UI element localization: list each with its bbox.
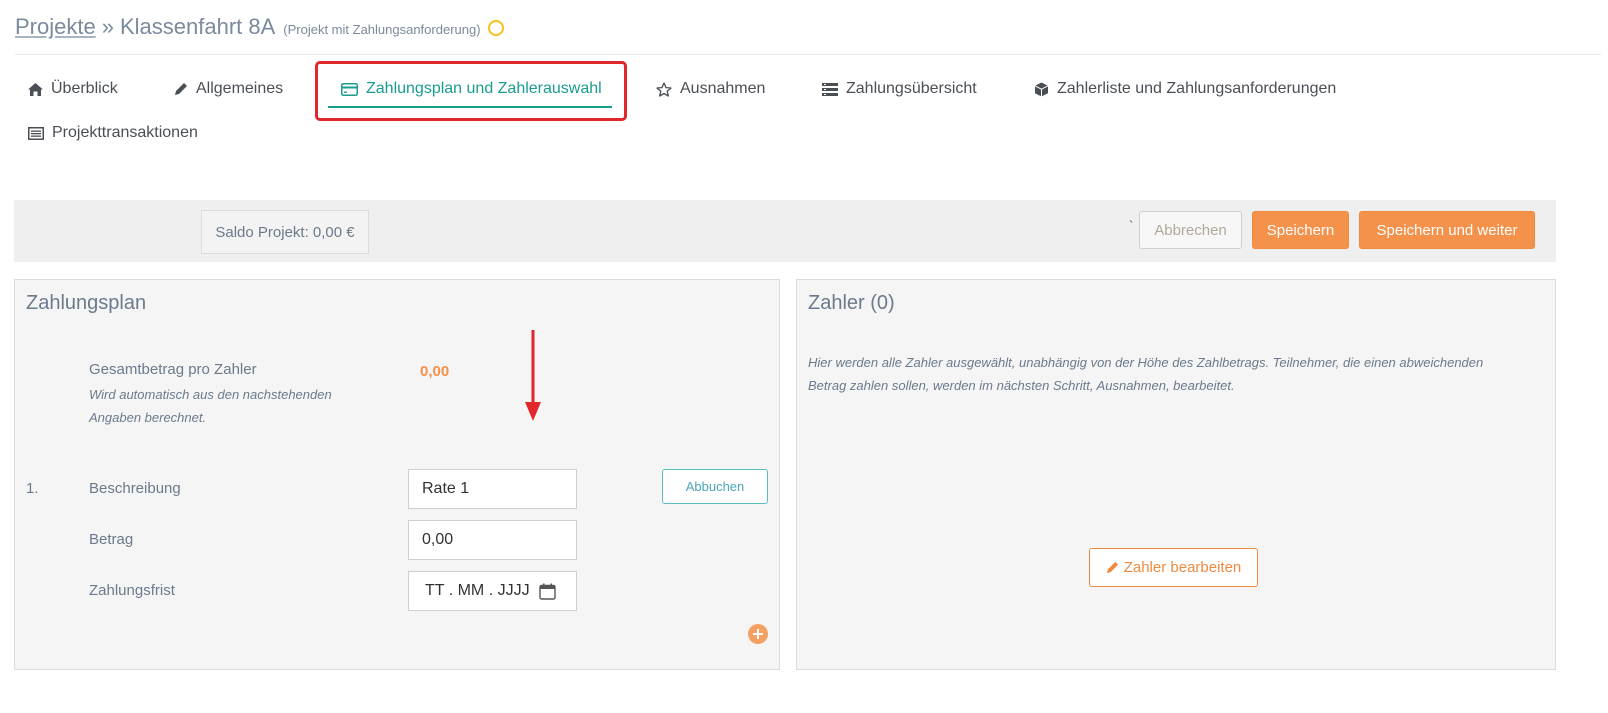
home-icon [28, 82, 43, 96]
header-divider [15, 54, 1601, 55]
amount-input-value: 0,00 [422, 531, 454, 548]
amount-input[interactable]: 0,00 [408, 520, 577, 560]
cancel-button[interactable]: Abbrechen [1139, 211, 1242, 249]
total-hint-line2: Angaben berechnet. [89, 410, 207, 425]
pencil-icon [1106, 561, 1118, 574]
list-icon [822, 82, 838, 96]
due-date-placeholder: TT . MM . JJJJ [425, 582, 530, 599]
page-title: Klassenfahrt 8A [119, 14, 276, 39]
save-and-continue-button[interactable]: Speichern und weiter [1359, 211, 1535, 249]
rate-number: 1. [26, 480, 39, 497]
total-hint-line1: Wird automatisch aus den nachstehenden [89, 387, 332, 402]
tab-allgemeines-label: Allgemeines [196, 80, 284, 97]
abbuchen-button[interactable]: Abbuchen [662, 469, 768, 504]
tab-zahlungsuebersicht-label: Zahlungsübersicht [846, 80, 977, 97]
total-per-payer-value: 0,00 [420, 363, 450, 380]
tab-ausnahmen[interactable]: Ausnahmen [656, 80, 765, 98]
page-title-row: Projekte » Klassenfahrt 8A (Projekt mit … [15, 14, 504, 40]
zahler-info-line2: Betrag zahlen sollen, werden im nächsten… [808, 378, 1235, 393]
tab-ausnahmen-label: Ausnahmen [680, 80, 766, 97]
red-arrow-annotation [525, 330, 541, 421]
status-circle-icon [487, 20, 504, 36]
table-icon [28, 126, 44, 140]
tab-highlight-box [315, 61, 627, 121]
tab-projekttransaktionen-label: Projekttransaktionen [52, 124, 198, 141]
edit-payers-button[interactable]: Zahler bearbeiten [1089, 548, 1258, 587]
zahler-info-line1: Hier werden alle Zahler ausgewählt, unab… [808, 355, 1484, 370]
pencil-icon [175, 83, 187, 95]
tab-ueberblick[interactable]: Überblick [28, 80, 118, 98]
edit-payers-label: Zahler bearbeiten [1123, 559, 1242, 576]
breadcrumb-separator: » [101, 14, 114, 39]
tab-allgemeines[interactable]: Allgemeines [174, 80, 283, 98]
add-rate-plus-icon[interactable] [748, 624, 768, 644]
due-date-input[interactable]: TT . MM . JJJJ [408, 571, 577, 611]
cube-icon [1034, 82, 1049, 96]
star-icon [656, 81, 672, 97]
description-label: Beschreibung [89, 480, 181, 497]
save-button[interactable]: Speichern [1252, 211, 1349, 249]
project-type-subtitle: (Projekt mit Zahlungsanforderung) [283, 22, 481, 37]
tab-zahlerliste[interactable]: Zahlerliste und Zahlungsanforderungen [1034, 80, 1336, 98]
tab-zahlerliste-label: Zahlerliste und Zahlungsanforderungen [1057, 80, 1337, 97]
stray-tick-mark: ` [1129, 218, 1134, 233]
due-date-label: Zahlungsfrist [89, 582, 175, 599]
tab-ueberblick-label: Überblick [51, 80, 118, 97]
calendar-icon[interactable] [538, 583, 556, 600]
zahler-title: Zahler (0) [808, 292, 895, 314]
description-input-value: Rate 1 [422, 480, 470, 497]
tab-zahlungsuebersicht[interactable]: Zahlungsübersicht [822, 80, 977, 98]
zahlungsplan-title: Zahlungsplan [26, 292, 147, 314]
saldo-projekt-display: Saldo Projekt: 0,00 € [201, 210, 369, 254]
breadcrumb-projekte-link[interactable]: Projekte [15, 14, 96, 40]
zahler-panel [796, 279, 1556, 670]
amount-label: Betrag [89, 531, 134, 548]
description-input[interactable]: Rate 1 [408, 469, 577, 509]
tab-projekttransaktionen[interactable]: Projekttransaktionen [28, 124, 198, 142]
total-per-payer-label: Gesamtbetrag pro Zahler [89, 361, 257, 378]
